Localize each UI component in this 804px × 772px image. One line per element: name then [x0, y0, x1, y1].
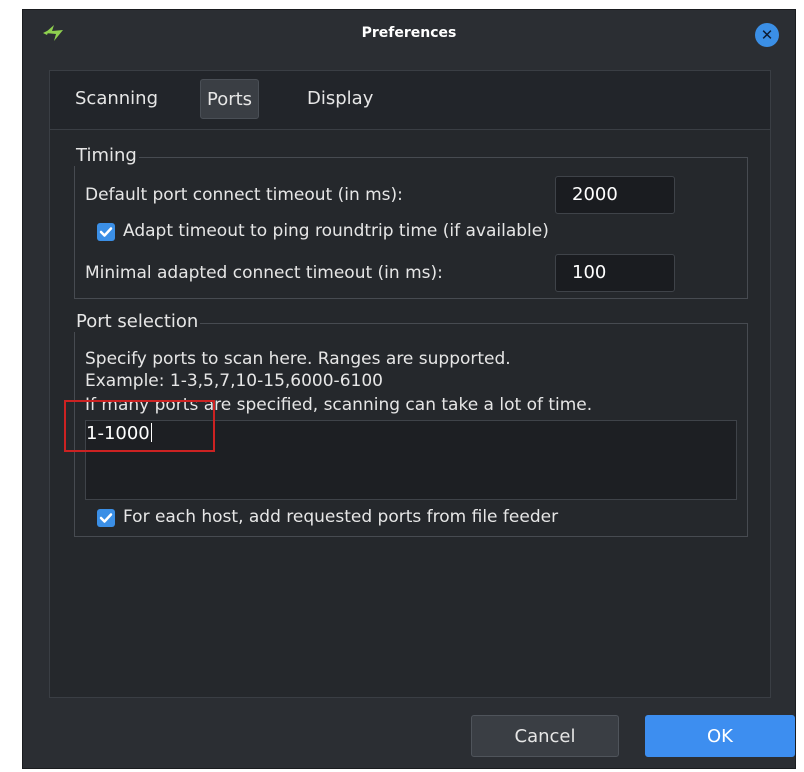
minimal-timeout-label: Minimal adapted connect timeout (in ms):	[85, 263, 443, 283]
checkmark-icon	[99, 227, 113, 237]
tab-bar: Scanning Ports Display	[50, 71, 770, 130]
tab-display[interactable]: Display	[301, 79, 379, 119]
tab-panel: Scanning Ports Display Timing Default po…	[49, 70, 771, 698]
checkmark-icon	[99, 513, 113, 523]
cancel-button[interactable]: Cancel	[471, 715, 619, 757]
file-feeder-checkbox[interactable]	[97, 509, 115, 527]
file-feeder-label[interactable]: For each host, add requested ports from …	[123, 507, 558, 527]
port-selection-group-title: Port selection	[74, 311, 201, 332]
tab-ports[interactable]: Ports	[200, 79, 260, 119]
ports-description-line1: Specify ports to scan here. Ranges are s…	[85, 349, 511, 369]
tab-scanning[interactable]: Scanning	[69, 79, 164, 119]
default-timeout-input[interactable]: 2000	[555, 176, 675, 214]
minimal-timeout-input[interactable]: 100	[555, 254, 675, 292]
preferences-window: Preferences ✕ Scanning Ports Display Tim…	[22, 9, 796, 769]
window-title: Preferences	[361, 25, 457, 41]
ports-description-line2: Example: 1-3,5,7,10-15,6000-6100	[85, 371, 383, 391]
default-timeout-label: Default port connect timeout (in ms):	[85, 185, 403, 205]
highlight-annotation-box	[64, 400, 215, 452]
timing-group: Timing Default port connect timeout (in …	[74, 145, 748, 299]
ok-button[interactable]: OK	[645, 715, 795, 757]
timing-group-title: Timing	[74, 145, 139, 166]
title-bar: Preferences ✕	[23, 10, 795, 58]
adapt-timeout-label[interactable]: Adapt timeout to ping roundtrip time (if…	[123, 221, 549, 241]
close-icon[interactable]: ✕	[755, 23, 779, 47]
adapt-timeout-checkbox[interactable]	[97, 223, 115, 241]
